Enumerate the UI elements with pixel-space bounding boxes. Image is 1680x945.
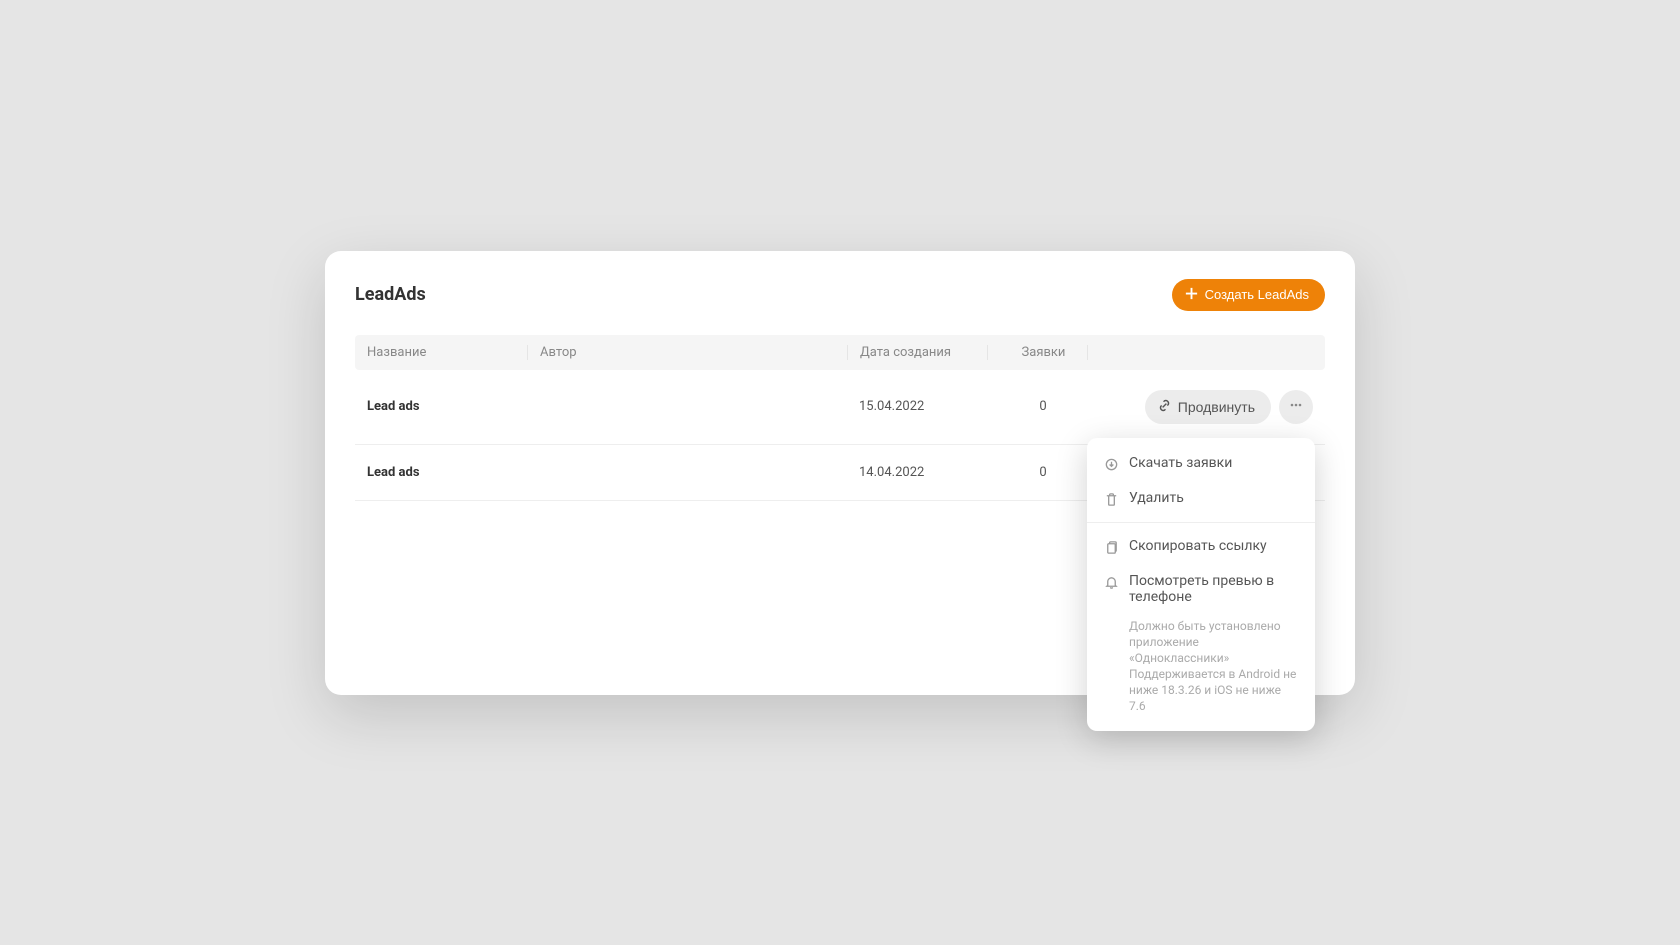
col-header-author: Автор bbox=[527, 345, 847, 360]
app-inner-card: LeadAds Создать LeadAds Название Автор Д… bbox=[337, 263, 1343, 683]
col-header-name: Название bbox=[367, 345, 527, 360]
menu-delete-label: Удалить bbox=[1129, 490, 1184, 506]
col-header-requests: Заявки bbox=[987, 345, 1087, 360]
table-container: Название Автор Дата создания Заявки Lead… bbox=[337, 335, 1343, 501]
menu-delete[interactable]: Удалить bbox=[1087, 481, 1315, 516]
menu-copy-link-label: Скопировать ссылку bbox=[1129, 538, 1267, 554]
bell-icon bbox=[1103, 573, 1119, 590]
menu-download-requests[interactable]: Скачать заявки bbox=[1087, 446, 1315, 481]
context-menu: Скачать заявки Удалить bbox=[1087, 438, 1315, 731]
more-icon bbox=[1288, 397, 1304, 416]
header-bar: LeadAds Создать LeadAds bbox=[337, 263, 1343, 335]
trash-icon bbox=[1103, 490, 1119, 507]
row-name: Lead ads bbox=[367, 399, 527, 414]
menu-download-label: Скачать заявки bbox=[1129, 455, 1232, 471]
row-requests: 0 bbox=[987, 465, 1087, 480]
download-icon bbox=[1103, 455, 1119, 472]
create-button-label: Создать LeadAds bbox=[1205, 287, 1309, 302]
menu-preview-label: Посмотреть превью в телефоне bbox=[1129, 573, 1299, 605]
more-button[interactable] bbox=[1279, 390, 1313, 424]
plus-icon bbox=[1184, 286, 1199, 304]
page-title: LeadAds bbox=[355, 284, 426, 305]
table-row: Lead ads 15.04.2022 0 Продвинуть bbox=[355, 370, 1325, 445]
col-header-actions bbox=[1087, 345, 1313, 360]
menu-preview-phone[interactable]: Посмотреть превью в телефоне bbox=[1087, 564, 1315, 614]
col-header-date: Дата создания bbox=[847, 345, 987, 360]
row-actions: Продвинуть Скачать bbox=[1087, 390, 1313, 424]
row-date: 15.04.2022 bbox=[847, 399, 987, 414]
copy-icon bbox=[1103, 538, 1119, 555]
create-leadads-button[interactable]: Создать LeadAds bbox=[1172, 279, 1325, 311]
menu-copy-link[interactable]: Скопировать ссылку bbox=[1087, 529, 1315, 564]
menu-divider bbox=[1087, 522, 1315, 523]
row-requests: 0 bbox=[987, 399, 1087, 414]
promote-button-label: Продвинуть bbox=[1178, 399, 1255, 415]
menu-preview-note: Должно быть установлено приложение «Одно… bbox=[1087, 614, 1315, 723]
promote-button[interactable]: Продвинуть bbox=[1145, 390, 1271, 424]
row-date: 14.04.2022 bbox=[847, 465, 987, 480]
link-icon bbox=[1157, 398, 1172, 416]
table-header-row: Название Автор Дата создания Заявки bbox=[355, 335, 1325, 370]
app-outer-card: LeadAds Создать LeadAds Название Автор Д… bbox=[325, 251, 1355, 695]
row-name: Lead ads bbox=[367, 465, 527, 480]
